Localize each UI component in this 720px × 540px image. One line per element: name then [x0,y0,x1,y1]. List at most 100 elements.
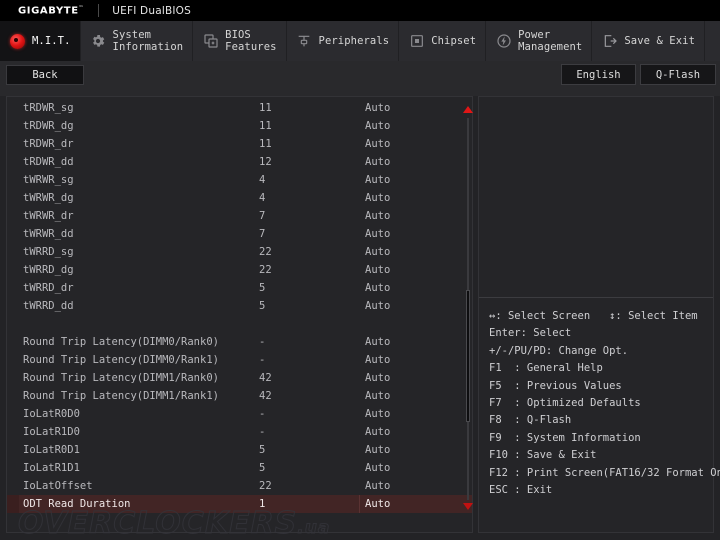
setting-label: ODT Read Duration [23,498,130,510]
settings-row[interactable]: tRDWR_sg11Auto [7,99,472,117]
scroll-down-arrow-icon[interactable] [463,503,473,510]
settings-row[interactable]: tWRRD_dd5Auto [7,297,472,315]
setting-option-value: Auto [365,426,390,438]
settings-row[interactable]: Round Trip Latency(DIMM0/Rank0)-Auto [7,333,472,351]
settings-row[interactable]: tWRWR_dd7Auto [7,225,472,243]
settings-row[interactable]: tRDWR_dr11Auto [7,135,472,153]
back-button[interactable]: Back [6,65,84,85]
setting-option-value: Auto [365,390,390,402]
sub-toolbar: Back English Q-Flash [0,61,720,96]
setting-label: tRDWR_dr [23,138,74,150]
tab-bios-features[interactable]: BIOS Features [193,21,286,61]
setting-label: IoLatOffset [23,480,93,492]
settings-row[interactable]: tRDWR_dd12Auto [7,153,472,171]
settings-row[interactable]: tRDWR_dg 11 Auto [7,117,472,135]
help-line: F10 : Save & Exit [479,447,713,464]
settings-row[interactable]: tWRWR_sg 4 Auto [7,171,472,189]
settings-row[interactable]: tWRWR_dr7Auto [7,207,472,225]
exit-icon [601,33,618,50]
setting-option-value: Auto [365,336,390,348]
tab-label: M.I.T. [32,35,71,47]
qflash-button[interactable]: Q-Flash [640,64,716,85]
setting-current-value: 1 [259,498,265,510]
settings-row-selected[interactable]: ODT Read Duration1Auto [7,495,472,513]
settings-row[interactable]: IoLatR1D15Auto [7,459,472,477]
setting-label: Round Trip Latency(DIMM1/Rank1) [23,390,219,402]
settings-row[interactable]: tWRWR_dg 4 Auto [7,189,472,207]
settings-row[interactable]: Round Trip Latency(DIMM0/Rank1)-Auto [7,351,472,369]
settings-row[interactable]: tWRRD_dg22Auto [7,261,472,279]
settings-row[interactable]: Round Trip Latency(DIMM1/Rank0)42Auto [7,369,472,387]
settings-row[interactable]: IoLatR0D0-Auto [7,405,472,423]
setting-current-value: - [259,408,265,420]
settings-row[interactable]: tWRRD_dr5Auto [7,279,472,297]
setting-option-value: Auto [365,120,390,132]
chipset-icon [408,33,425,50]
tab-system-information[interactable]: System Information [81,21,194,61]
tab-label: BIOS Features [225,29,276,53]
tab-peripherals[interactable]: Peripherals [287,21,400,61]
bolt-icon [495,33,512,50]
setting-label: IoLatR0D0 [23,408,80,420]
help-line: F9 : System Information [479,430,713,447]
tab-chipset[interactable]: Chipset [399,21,486,61]
setting-label: tRDWR_sg [23,102,74,114]
setting-current-value: 7 [259,228,265,240]
settings-row[interactable]: IoLatR0D15Auto [7,441,472,459]
setting-current-value: 4 [259,192,265,204]
content-area: tRDWR_sg 11 Auto tRDWR_dg 11 Auto tRDWR_dr11Au… [0,96,720,540]
settings-row[interactable]: tWRRD_sg22Auto [7,243,472,261]
setting-option-value: Auto [365,156,390,168]
scrollbar-thumb[interactable] [466,290,470,422]
brand-divider [98,4,99,17]
help-line: ESC : Exit [479,482,713,499]
language-button[interactable]: English [561,64,636,85]
help-line: ↔: Select Screen ↕: Select Item [479,308,713,325]
setting-option-value: Auto [365,264,390,276]
help-line: F5 : Previous Values [479,378,713,395]
setting-option-value: Auto [365,462,390,474]
setting-current-value: - [259,336,265,348]
settings-row[interactable]: Round Trip Latency(DIMM1/Rank1) 42 Auto [7,387,472,405]
tab-power-management[interactable]: Power Management [486,21,592,61]
setting-label: tWRRD_dr [23,282,74,294]
setting-label: tWRRD_dg [23,264,74,276]
setting-label: tRDWR_dg [23,120,74,132]
setting-current-value: 12 [259,156,272,168]
plug-icon [296,33,313,50]
setting-option-value: Auto [365,174,390,186]
red-dot-icon [9,33,26,50]
setting-current-value: 11 [259,102,272,114]
setting-option-value: Auto [365,192,390,204]
setting-current-value: 4 [259,174,265,186]
settings-row[interactable]: IoLatOffset22Auto [7,477,472,495]
help-line: F7 : Optimized Defaults [479,395,713,412]
setting-label: tWRRD_dd [23,300,74,312]
scroll-up-arrow-icon[interactable] [463,106,473,113]
help-divider [479,297,713,298]
setting-label: tWRWR_sg [23,174,74,186]
setting-label: IoLatR1D0 [23,426,80,438]
help-line: Enter: Select [479,325,713,342]
main-tab-bar: M.I.T. System Information BIOS Features Per… [0,21,720,61]
brand-bar: GIGABYTE™ UEFI DualBIOS [0,0,720,21]
tab-m-i-t[interactable]: M.I.T. [0,21,81,61]
setting-current-value: 22 [259,480,272,492]
tab-save-exit[interactable]: Save & Exit [592,21,705,61]
setting-current-value: 5 [259,300,265,312]
setting-label: tWRWR_dg [23,192,74,204]
setting-label: Round Trip Latency(DIMM1/Rank0) [23,372,219,384]
setting-option-value: Auto [365,372,390,384]
setting-label: tWRWR_dd [23,228,74,240]
setting-current-value: - [259,426,265,438]
setting-current-value: 11 [259,120,272,132]
settings-list-panel[interactable]: tRDWR_sg 11 Auto tRDWR_dg 11 Auto tRDWR_dr11Au… [6,96,473,533]
setting-label: Round Trip Latency(DIMM0/Rank1) [23,354,219,366]
tab-label: Peripherals [319,35,390,47]
setting-label: IoLatR0D1 [23,444,80,456]
bios-screen: GIGABYTE™ UEFI DualBIOS M.I.T. System Inf… [0,0,720,540]
setting-current-value: 42 [259,390,272,402]
tab-label: Chipset [431,35,476,47]
chip-icon [202,33,219,50]
settings-row[interactable]: IoLatR1D0 - Auto [7,423,472,441]
